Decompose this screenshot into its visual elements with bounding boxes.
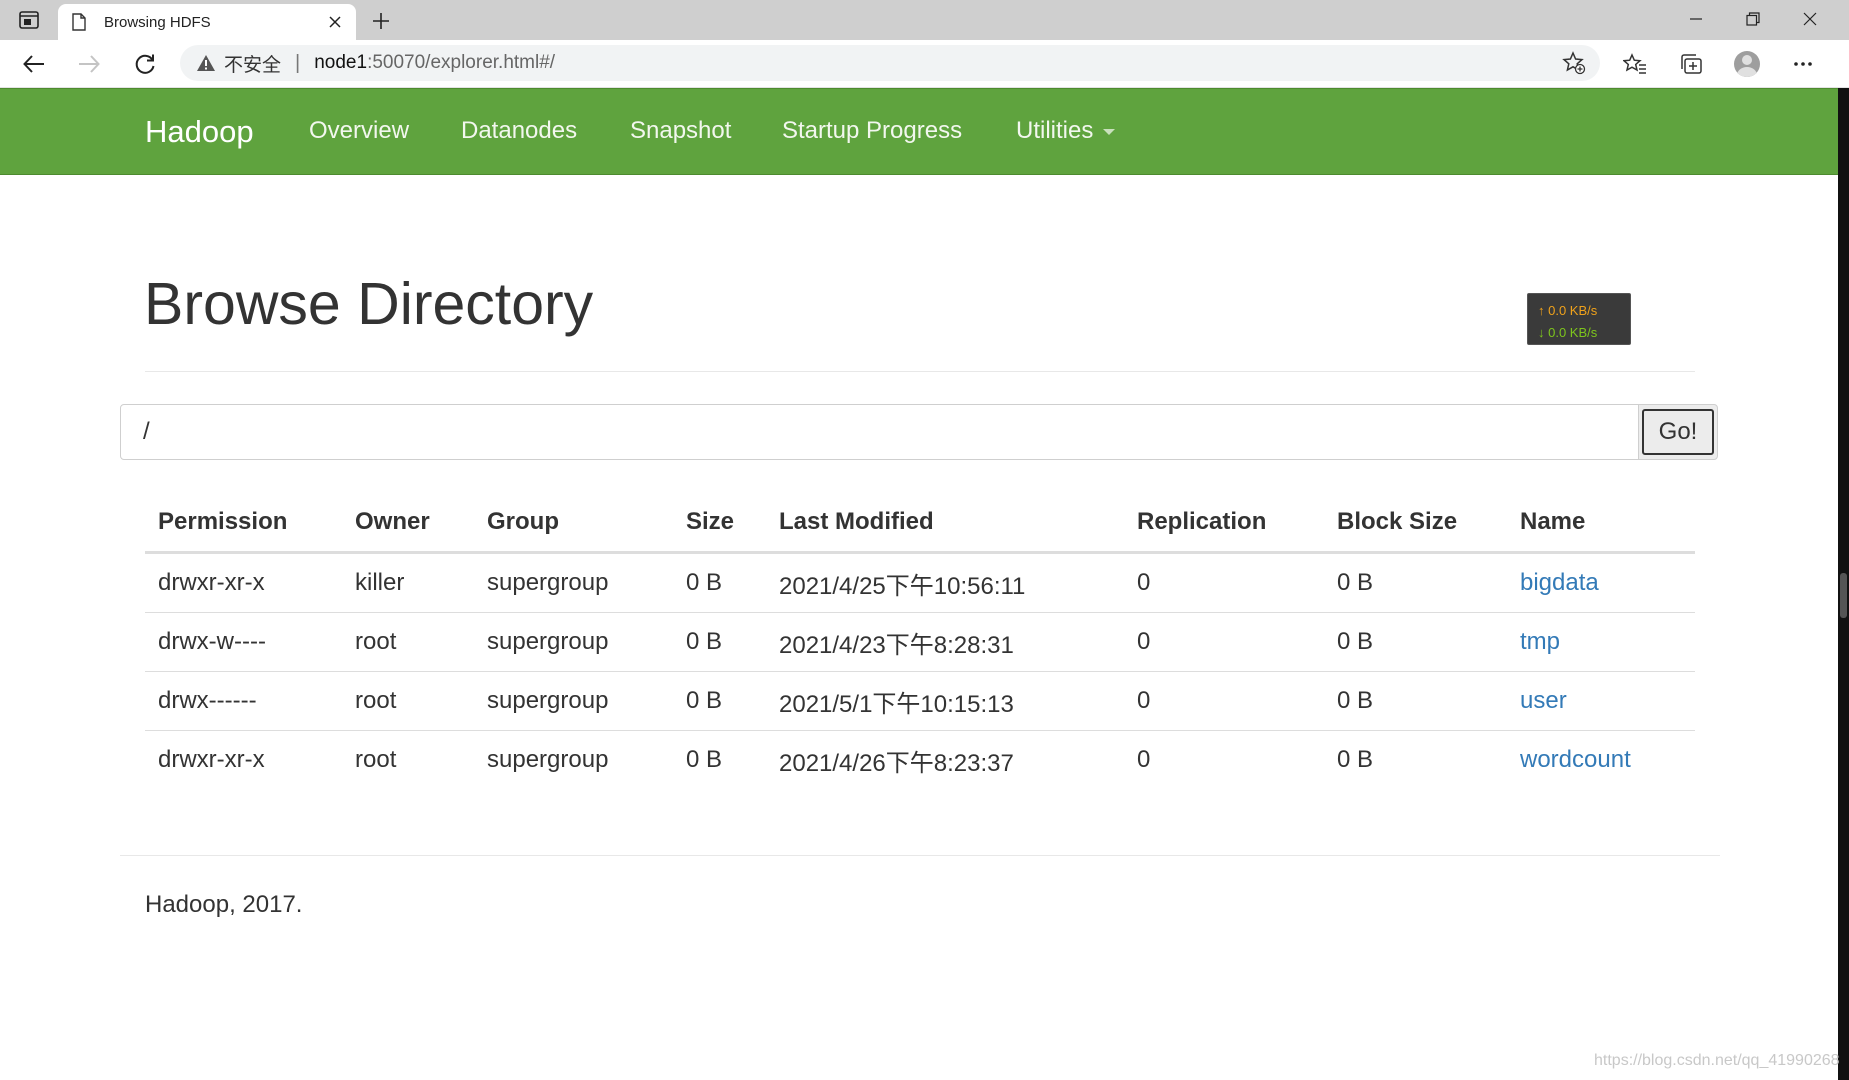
nav-utilities[interactable]: Utilities [1016,117,1116,145]
cell-permission: drwxr-xr-x [145,552,342,613]
cell-permission: drwx------ [145,671,342,731]
nav-datanodes[interactable]: Datanodes [461,117,577,145]
cell-last-modified: 2021/4/23下午8:28:31 [766,612,1124,672]
scrollbar[interactable] [1838,88,1849,1080]
close-icon[interactable] [324,11,346,33]
header-size[interactable]: Size [673,493,766,554]
cell-group: supergroup [487,746,609,773]
cell-replication: 0 [1124,552,1324,613]
window-close-icon[interactable] [1788,6,1832,32]
browser-tabstrip: Browsing HDFS [0,0,1849,40]
header-block-size[interactable]: Block Size [1324,493,1507,554]
header-permission[interactable]: Permission [145,493,342,554]
cell-block-size: 0 B [1324,612,1507,672]
insecure-label: 不安全 [224,54,282,76]
cell-block-size: 0 B [1337,746,1374,773]
url-path: :50070/explorer.html#/ [367,52,556,73]
cell-size: 0 B [673,552,766,613]
cell-size: 0 B [673,612,766,672]
tab-title: Browsing HDFS [104,13,211,31]
watermark-text: https://blog.csdn.net/qq_41990268 [1594,1052,1840,1069]
cell-name: bigdata [1507,552,1695,613]
tab-actions-icon[interactable] [18,10,40,30]
cell-replication: 0 [1137,746,1151,773]
cell-replication: 0 [1124,671,1324,731]
directory-path-input[interactable] [120,404,1639,460]
cell-replication: 0 [1124,612,1324,672]
cell-size: 0 B [686,746,723,773]
go-button[interactable]: Go! [1638,404,1718,460]
page-title: Browse Directory [144,271,594,337]
entry-link-bigdata[interactable]: bigdata [1520,569,1599,596]
cell-group: supergroup [474,552,673,613]
browser-toolbar: 不安全 | node1:50070/explorer.html#/ [0,40,1849,88]
cell-block-size: 0 B [1324,671,1507,731]
profile-avatar[interactable] [1732,50,1762,78]
browser-tab-active[interactable]: Browsing HDFS [58,4,356,40]
upload-speed: ↑ 0.0 KB/s [1538,303,1598,318]
scrollbar-thumb[interactable] [1840,573,1847,618]
cell-name: wordcount [1507,731,1695,790]
cell-group: supergroup [474,671,673,731]
cell-last-modified: 2021/4/25下午10:56:11 [766,552,1124,613]
table-row: drwxr-xr-x root supergroup 0 B 2021/4/26… [145,731,1695,790]
path-form: Go! [120,404,1718,460]
header-owner[interactable]: Owner [342,493,474,554]
cell-owner: root [342,671,474,731]
restore-icon[interactable] [1731,6,1775,32]
favorites-icon[interactable] [1620,50,1650,78]
nav-overview[interactable]: Overview [309,117,409,145]
back-arrow-icon[interactable] [20,50,48,78]
cell-last-modified: 2021/5/1下午10:15:13 [766,671,1124,731]
nav-startup-progress[interactable]: Startup Progress [782,117,962,145]
cell-last-modified: 2021/4/26下午8:23:37 [779,749,1014,777]
more-menu-icon[interactable] [1788,50,1818,78]
forward-arrow-icon[interactable] [75,50,103,78]
cell-block-size: 0 B [1324,552,1507,613]
cell-name: tmp [1507,612,1695,672]
table-row: drwx------ root supergroup 0 B 2021/5/1下… [145,671,1695,731]
page-icon [72,12,90,32]
directory-table: Permission Owner Group Size Last Modifie… [145,493,1695,789]
address-bar[interactable]: 不安全 | node1:50070/explorer.html#/ [180,45,1600,81]
go-button-label: Go! [1642,409,1714,455]
url-host: node1 [314,52,368,73]
header-name[interactable]: Name [1507,493,1695,554]
cell-owner: root [342,612,474,672]
cell-name: user [1507,671,1695,731]
entry-link-user[interactable]: user [1520,687,1567,714]
footer-copyright: Hadoop, 2017. [145,891,303,918]
network-speed-widget: ↑ 0.0 KB/s ↓ 0.0 KB/s [1527,293,1631,345]
cell-permission: drwx-w---- [145,612,342,672]
caret-down-icon [1103,128,1116,135]
add-favorite-icon[interactable] [1562,51,1586,75]
nav-utilities-label: Utilities [1016,117,1094,144]
footer-divider [120,855,1720,856]
hadoop-navbar: Hadoop Overview Datanodes Snapshot Start… [0,88,1838,175]
refresh-icon[interactable] [131,50,159,78]
entry-link-tmp[interactable]: tmp [1520,628,1560,655]
cell-group: supergroup [474,612,673,672]
download-speed: ↓ 0.0 KB/s [1538,325,1598,340]
url-separator: | [295,51,301,74]
warning-icon [196,53,216,73]
avatar-icon [1734,51,1760,77]
new-tab-icon[interactable] [368,8,394,34]
entry-link-wordcount[interactable]: wordcount [1520,746,1631,773]
minimize-icon[interactable] [1674,6,1718,32]
collections-icon[interactable] [1676,50,1706,78]
cell-permission: drwxr-xr-x [158,746,265,773]
nav-snapshot[interactable]: Snapshot [630,117,731,145]
table-row: drwxr-xr-x killer supergroup 0 B 2021/4/… [145,552,1695,613]
header-last-modified[interactable]: Last Modified [766,493,1124,554]
cell-owner: root [355,746,397,773]
cell-size: 0 B [673,671,766,731]
header-replication[interactable]: Replication [1124,493,1324,554]
header-group[interactable]: Group [474,493,673,554]
cell-owner: killer [342,552,474,613]
title-divider [145,371,1695,372]
navbar-brand[interactable]: Hadoop [145,114,254,150]
table-header-row: Permission Owner Group Size Last Modifie… [145,493,1695,554]
table-row: drwx-w---- root supergroup 0 B 2021/4/23… [145,612,1695,672]
